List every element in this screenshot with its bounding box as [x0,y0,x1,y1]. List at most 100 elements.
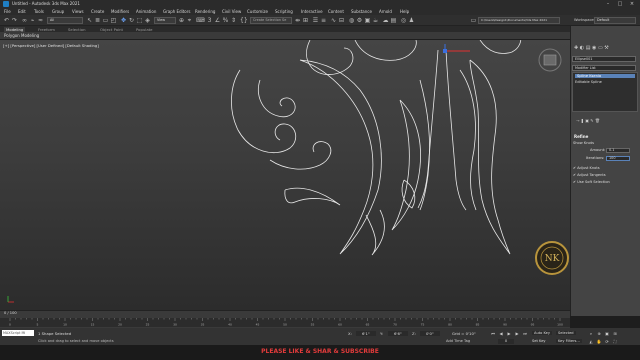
snaps-toggle-icon[interactable]: 3 [206,17,213,24]
select-by-name-icon[interactable]: ≣ [94,17,101,24]
angle-snap-icon[interactable]: ∠ [214,17,221,24]
zoom-all-icon[interactable]: ⊕ [596,331,602,336]
render-production-icon[interactable]: ☕ [372,17,379,24]
next-frame-icon[interactable]: ▶ [514,331,520,336]
iterations-spinner[interactable]: 100 [606,156,630,161]
frame-counter[interactable]: 0 / 100 [4,311,17,315]
add-time-tag-button[interactable]: Add Time Tag [446,339,470,343]
menu-edit[interactable]: Edit [18,9,26,14]
a360-gallery-icon[interactable]: ▤ [390,17,397,24]
align-icon[interactable]: ⊞ [302,17,309,24]
modifier-list-dropdown[interactable]: Modifier List [572,65,636,71]
curve-editor-icon[interactable]: ∿ [330,17,337,24]
render-in-cloud-icon[interactable]: ☁ [382,17,389,24]
pivot-center-icon[interactable]: ⊕ [178,17,185,24]
menu-interactive[interactable]: Interactive [301,9,323,14]
minimize-icon[interactable]: – [602,0,614,8]
rotate-icon[interactable]: ↻ [128,17,135,24]
select-object-icon[interactable]: ↖ [86,17,93,24]
layer-explorer-icon[interactable]: ≡ [320,17,327,24]
maximize-icon[interactable]: □ [614,0,626,8]
menu-create[interactable]: Create [91,9,104,14]
workspace-dropdown[interactable]: Default [594,17,636,24]
zoom-extents-all-icon[interactable]: ⊞ [612,331,618,336]
unlink-icon[interactable]: ⌁ [29,17,36,24]
bind-space-warp-icon[interactable]: ≈ [37,17,44,24]
keyboard-shortcut-icon[interactable]: ⌨ [196,17,205,24]
undo-icon[interactable]: ↶ [3,17,10,24]
tab-modeling[interactable]: Modeling [4,26,26,32]
project-folder-icon[interactable]: ▭ [470,17,477,24]
menu-civil-view[interactable]: Civil View [222,9,241,14]
orbit-icon[interactable]: ⟳ [604,339,610,344]
spinner-snap-icon[interactable]: ⇕ [230,17,237,24]
use-soft-selection-checkbox[interactable]: ✔ Use Soft Selection [573,180,610,185]
set-key-button[interactable]: Set Key [532,339,546,343]
previous-frame-icon[interactable]: ◀ [498,331,504,336]
arnold-icon[interactable]: ◎ [400,17,407,24]
menu-animation[interactable]: Animation [136,9,156,14]
percent-snap-icon[interactable]: % [222,17,229,24]
menu-rendering[interactable]: Rendering [195,9,215,14]
named-selection-set-input[interactable]: Create Selection Se [250,17,292,24]
stack-item-spline-ksenia[interactable]: Spline Ksenia [575,74,635,78]
select-manipulate-icon[interactable]: ⌖ [186,17,193,24]
menu-help[interactable]: Help [400,9,409,14]
y-coord-field[interactable]: 6'6" [388,331,408,336]
viewport-label[interactable]: [+] [Perspective] [User Defined] [Defaul… [3,43,99,48]
menu-graph-editors[interactable]: Graph Editors [163,9,190,14]
track-bar[interactable]: 0 5 10 15 20 25 30 35 40 45 50 55 60 65 70 75 80 85 90 95 10… [0,318,570,327]
mirror-icon[interactable]: ⇹ [294,17,301,24]
rectangle-selection-icon[interactable]: ▭ [102,17,109,24]
render-setup-icon[interactable]: ⚙ [356,17,363,24]
menu-customize[interactable]: Customize [247,9,268,14]
redo-icon[interactable]: ↷ [11,17,18,24]
menu-substance[interactable]: Substance [351,9,372,14]
zoom-icon[interactable]: ⌕ [588,331,594,336]
auto-key-button[interactable]: Auto Key [532,331,553,335]
maximize-viewport-icon[interactable]: ⛶ [612,339,618,344]
menu-tools[interactable]: Tools [34,9,44,14]
tab-populate[interactable]: Populate [136,27,153,32]
command-panel-tabs[interactable]: ✚ ◐ ▤ ◉ ▭ ⚒ [574,45,634,51]
window-crossing-icon[interactable]: ◰ [110,17,117,24]
menu-arnold[interactable]: Arnold [379,9,392,14]
z-coord-field[interactable]: 0'0" [420,331,440,336]
key-filters-button[interactable]: Key Filters... [556,339,582,343]
go-to-end-icon[interactable]: ⏭ [522,331,528,336]
tab-freeform[interactable]: Freeform [38,27,55,32]
scene-explorer-icon[interactable]: ☰ [312,17,319,24]
adjust-knots-checkbox[interactable]: ✔ Adjust Knots [573,166,600,171]
menu-modifiers[interactable]: Modifiers [111,9,129,14]
close-icon[interactable]: × [626,0,638,8]
rendered-frame-window-icon[interactable]: ▣ [364,17,371,24]
project-path-dropdown[interactable]: C:\Users\Design1\Documents\3ds Max 2021 [478,17,560,24]
sign-in-icon[interactable]: ♟ [408,17,415,24]
polygon-modeling-label[interactable]: Polygon Modeling [4,33,39,38]
reference-coordinate-dropdown[interactable]: View [154,17,176,24]
tab-selection[interactable]: Selection [68,27,86,32]
go-to-start-icon[interactable]: ⏮ [490,331,496,336]
pan-icon[interactable]: ✋ [596,339,602,344]
adjust-tangents-checkbox[interactable]: ✔ Adjust Tangents [573,173,606,178]
selected-dropdown[interactable]: Selected [556,331,576,335]
current-frame-field[interactable]: 0 [498,339,514,344]
play-icon[interactable]: ▶ [506,331,512,336]
schematic-view-icon[interactable]: ⊟ [338,17,345,24]
menu-group[interactable]: Group [52,9,64,14]
field-of-view-icon[interactable]: ◭ [588,339,594,344]
edit-named-selection-icon[interactable]: {} [240,17,248,24]
menu-views[interactable]: Views [72,9,84,14]
zoom-extents-icon[interactable]: ▣ [604,331,610,336]
material-editor-icon[interactable]: ◍ [348,17,355,24]
amount-spinner[interactable]: 0.1 [606,148,630,153]
stack-item-editable-spline[interactable]: Editable Spline [575,80,602,84]
menu-content[interactable]: Content [328,9,344,14]
link-icon[interactable]: ∞ [21,17,28,24]
move-icon[interactable]: ✥ [120,17,127,24]
place-icon[interactable]: ◈ [144,17,151,24]
show-knots-checkbox[interactable]: Show Knots [573,141,594,146]
menu-scripting[interactable]: Scripting [275,9,293,14]
scale-icon[interactable]: ⬚ [136,17,143,24]
tab-object-paint[interactable]: Object Paint [100,27,123,32]
